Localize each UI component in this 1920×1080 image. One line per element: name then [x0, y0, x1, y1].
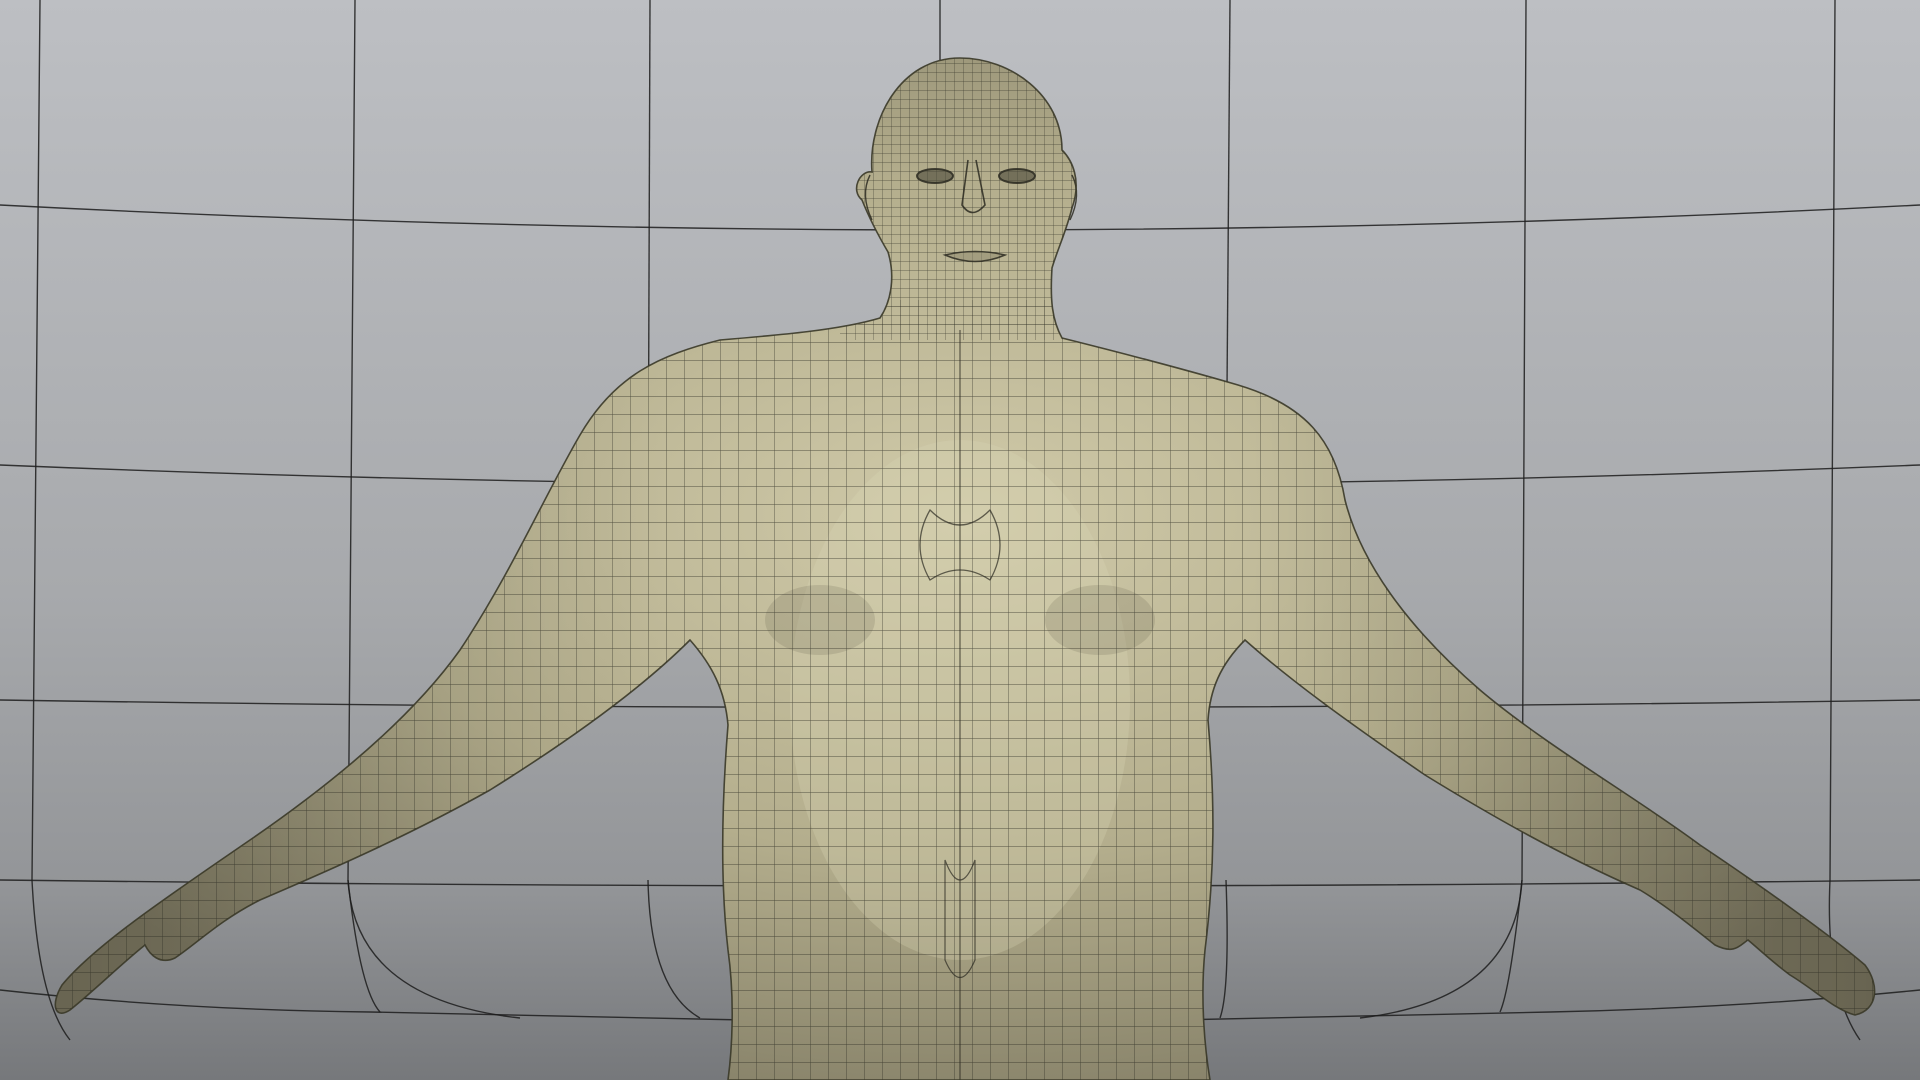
3d-viewport[interactable]	[0, 0, 1920, 1080]
viewport-render	[0, 0, 1920, 1080]
